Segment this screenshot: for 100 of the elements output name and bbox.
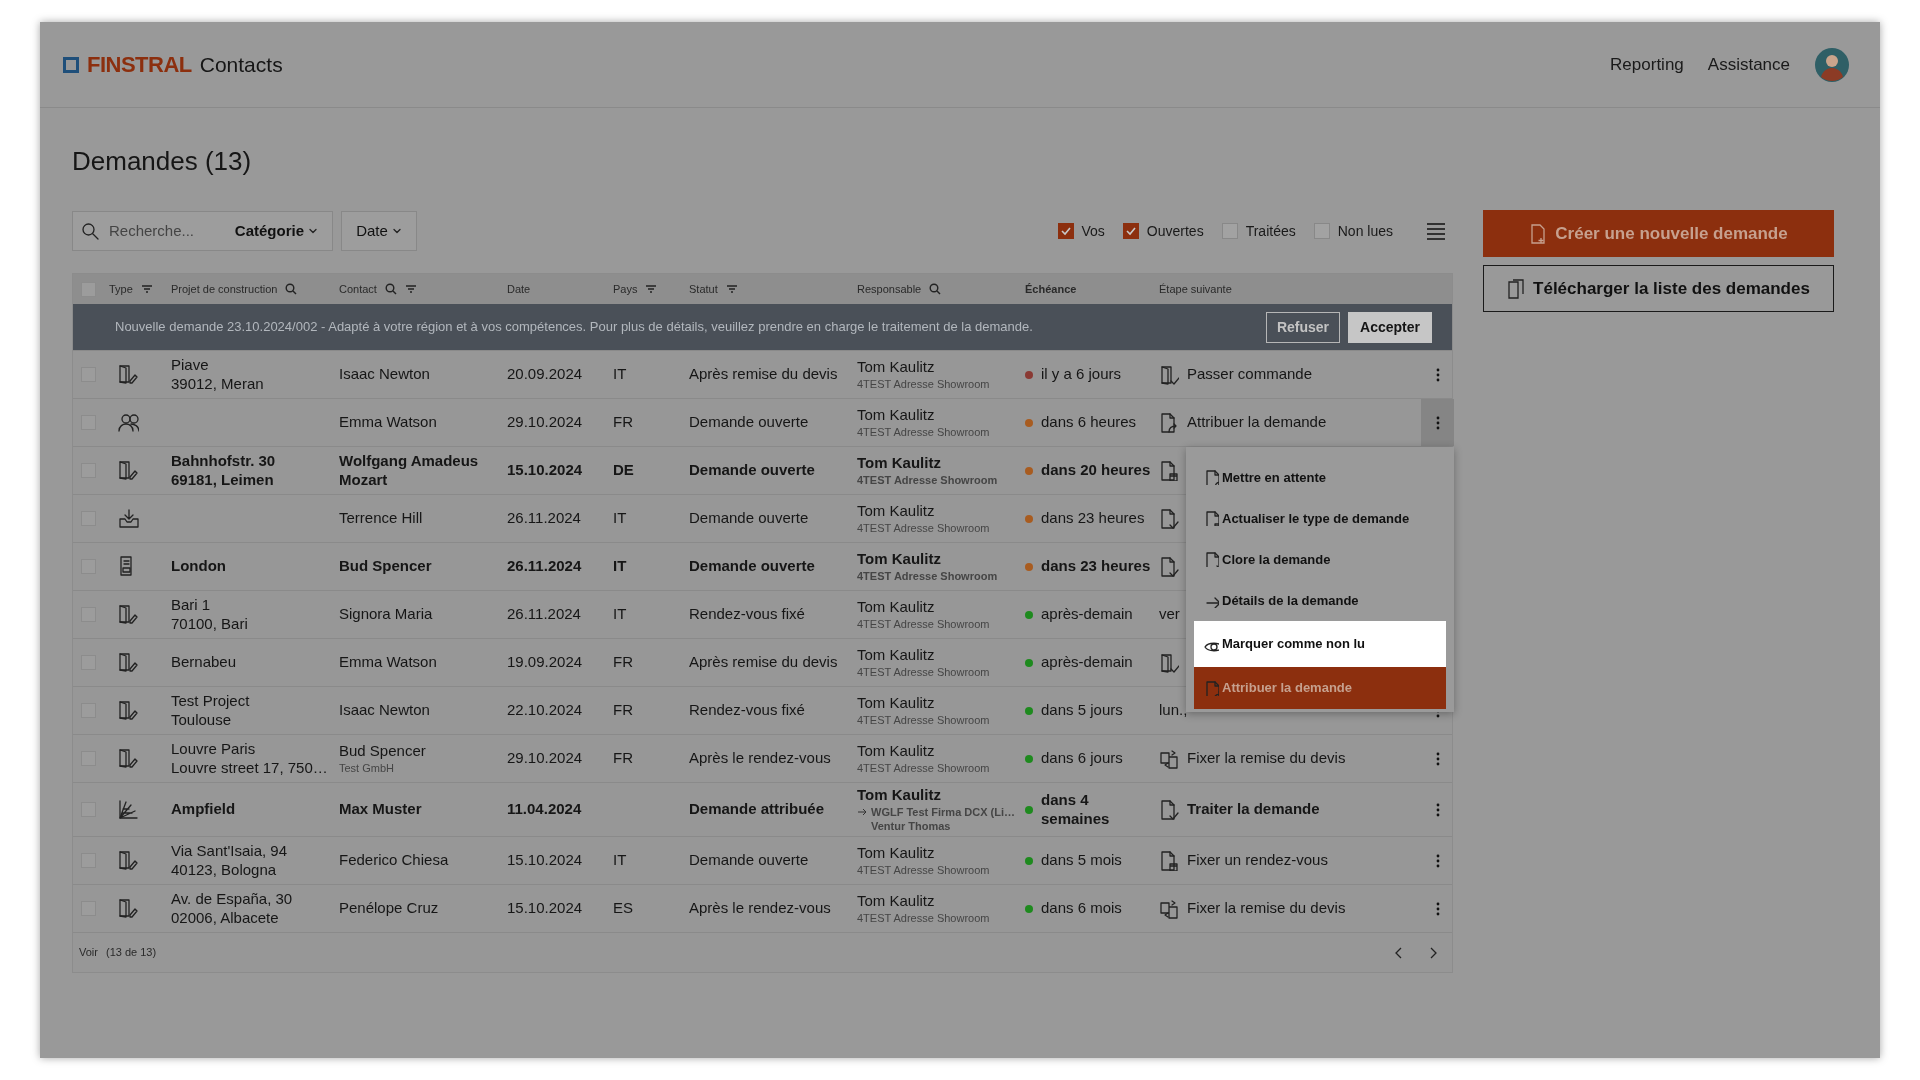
create-request-button[interactable]: Créer une nouvelle demande (1483, 210, 1834, 257)
people-icon (117, 411, 139, 434)
filter-checkbox[interactable] (1057, 223, 1074, 240)
filter-label: Non lues (1337, 221, 1393, 241)
column-header[interactable]: Pays (613, 280, 638, 298)
column-header[interactable]: Date (507, 280, 531, 298)
status-text: Rendez-vous fixé (689, 605, 806, 625)
pagination-label: Voir (79, 945, 98, 961)
search-icon (81, 222, 99, 241)
country-code: IT (613, 365, 627, 383)
contact-name: Max Muster (339, 800, 423, 820)
project-text: 69181, Leimen (171, 470, 275, 490)
contact-name: Penélope Cruz (339, 899, 440, 919)
date-text: 11.04.2024 (507, 800, 583, 820)
responsible-name: Tom Kaulitz (857, 454, 942, 473)
responsible-name: Tom Kaulitz (857, 786, 942, 805)
responsible-detail: Ventur Thomas (871, 819, 951, 834)
column-header[interactable]: Contact (339, 280, 377, 298)
responsible-detail: WGLF Test Firma DCX (Li… (871, 804, 1016, 820)
filter-checkbox[interactable] (1122, 223, 1139, 240)
responsible-name: Tom Kaulitz (857, 550, 942, 569)
status-text: Après le rendez-vous (689, 899, 832, 919)
next-step-text: Traiter la demande (1187, 800, 1320, 820)
download-list-button[interactable]: Télécharger la liste des demandes (1483, 265, 1834, 312)
country-code: IT (613, 509, 627, 527)
document-swap-icon (1159, 898, 1179, 919)
accept-button[interactable]: Accepter (1348, 311, 1432, 343)
responsible-detail: 4TEST Adresse Showroom (857, 760, 990, 776)
project-text: Louvre Paris (171, 739, 257, 759)
responsible-detail: 4TEST Adresse Showroom (857, 568, 998, 584)
column-header[interactable]: Responsable (857, 280, 922, 298)
due-text: dans 5 mois (1041, 851, 1122, 871)
status-text: Demande ouverte (689, 557, 816, 577)
door-pen-icon (117, 897, 139, 920)
column-header[interactable]: Étape suivante (1159, 280, 1232, 298)
documents-icon (1507, 278, 1526, 299)
menu-item[interactable]: Clore la demande (1194, 539, 1446, 581)
door-pen-icon (117, 651, 139, 674)
pagination-count: (13 de 13) (105, 945, 157, 961)
next-step-text: ver (1159, 605, 1180, 625)
logo-square-icon (63, 56, 79, 73)
column-header[interactable]: Type (109, 280, 133, 298)
nav-link[interactable]: Reporting (1610, 51, 1684, 78)
category-dropdown[interactable]: Catégorie (228, 218, 324, 244)
responsible-name: Tom Kaulitz (857, 892, 936, 911)
status-text: Demande attribuée (689, 800, 826, 820)
status-text: Demande ouverte (689, 851, 810, 871)
country-code: FR (613, 749, 633, 767)
next-step-text: Fixer la remise du devis (1187, 749, 1346, 769)
responsible-detail: 4TEST Adresse Showroom (857, 424, 990, 440)
country-code: ES (613, 899, 633, 917)
filter-label: Ouvertes (1146, 221, 1204, 241)
project-text: Toulouse (171, 710, 233, 730)
menu-item[interactable]: Détails de la demande (1194, 580, 1446, 622)
door-pen-icon (117, 699, 139, 722)
next-step-text: Fixer un rendez-vous (1187, 851, 1328, 871)
filter-checkbox[interactable] (1221, 223, 1238, 240)
date-text: 15.10.2024 (507, 851, 584, 871)
responsible-detail: 4TEST Adresse Showroom (857, 910, 990, 926)
door-pen-icon (117, 849, 139, 872)
filter-checkbox[interactable] (1313, 223, 1330, 240)
door-check-icon (1159, 652, 1179, 673)
menu-icon[interactable] (1425, 220, 1447, 243)
country-code: FR (613, 653, 633, 671)
chevron-left-icon[interactable] (1394, 945, 1404, 960)
contact-name: Bud Spencer (339, 742, 427, 761)
country-code: IT (613, 557, 627, 575)
project-text: 40123, Bologna (171, 860, 278, 880)
contact-name: Emma Watson (339, 413, 438, 433)
project-text: Test Project (171, 691, 251, 711)
menu-item[interactable]: Mettre en attente (1194, 457, 1446, 499)
brand-logo[interactable]: FINSTRAL (87, 48, 192, 81)
project-text: London (171, 557, 227, 577)
column-header[interactable]: Statut (689, 280, 718, 298)
app-name: Contacts (199, 51, 283, 78)
contact-name: Emma Watson (339, 653, 438, 673)
date-dropdown[interactable]: Date (341, 211, 417, 252)
document-plus-icon (1529, 223, 1548, 244)
menu-item[interactable]: Attribuer la demande (1194, 667, 1446, 710)
refuse-button[interactable]: Refuser (1265, 311, 1341, 343)
responsible-detail: 4TEST Adresse Showroom (857, 520, 990, 536)
document-swap-icon (1159, 748, 1179, 769)
country-code: DE (613, 461, 634, 479)
responsible-name: Tom Kaulitz (857, 406, 936, 425)
responsible-name: Tom Kaulitz (857, 502, 936, 521)
date-text: 15.10.2024 (507, 899, 584, 919)
nav-link[interactable]: Assistance (1707, 51, 1790, 78)
status-text: Rendez-vous fixé (689, 701, 806, 721)
menu-item[interactable]: Marquer comme non lu (1194, 621, 1446, 668)
swatch-icon (117, 798, 139, 821)
due-text: dans 23 heures (1041, 557, 1151, 577)
search-field[interactable]: Recherche... Catégorie (72, 211, 333, 252)
menu-item[interactable]: Actualiser le type de demande (1194, 498, 1446, 540)
chevron-right-icon[interactable] (1428, 945, 1438, 960)
column-header[interactable]: Échéance (1025, 280, 1077, 298)
date-text: 29.10.2024 (507, 413, 584, 433)
country-code: IT (613, 605, 627, 623)
due-text: dans 5 jours (1041, 701, 1123, 721)
column-header[interactable]: Projet de construction (171, 280, 278, 298)
due-text: dans 6 jours (1041, 749, 1123, 769)
